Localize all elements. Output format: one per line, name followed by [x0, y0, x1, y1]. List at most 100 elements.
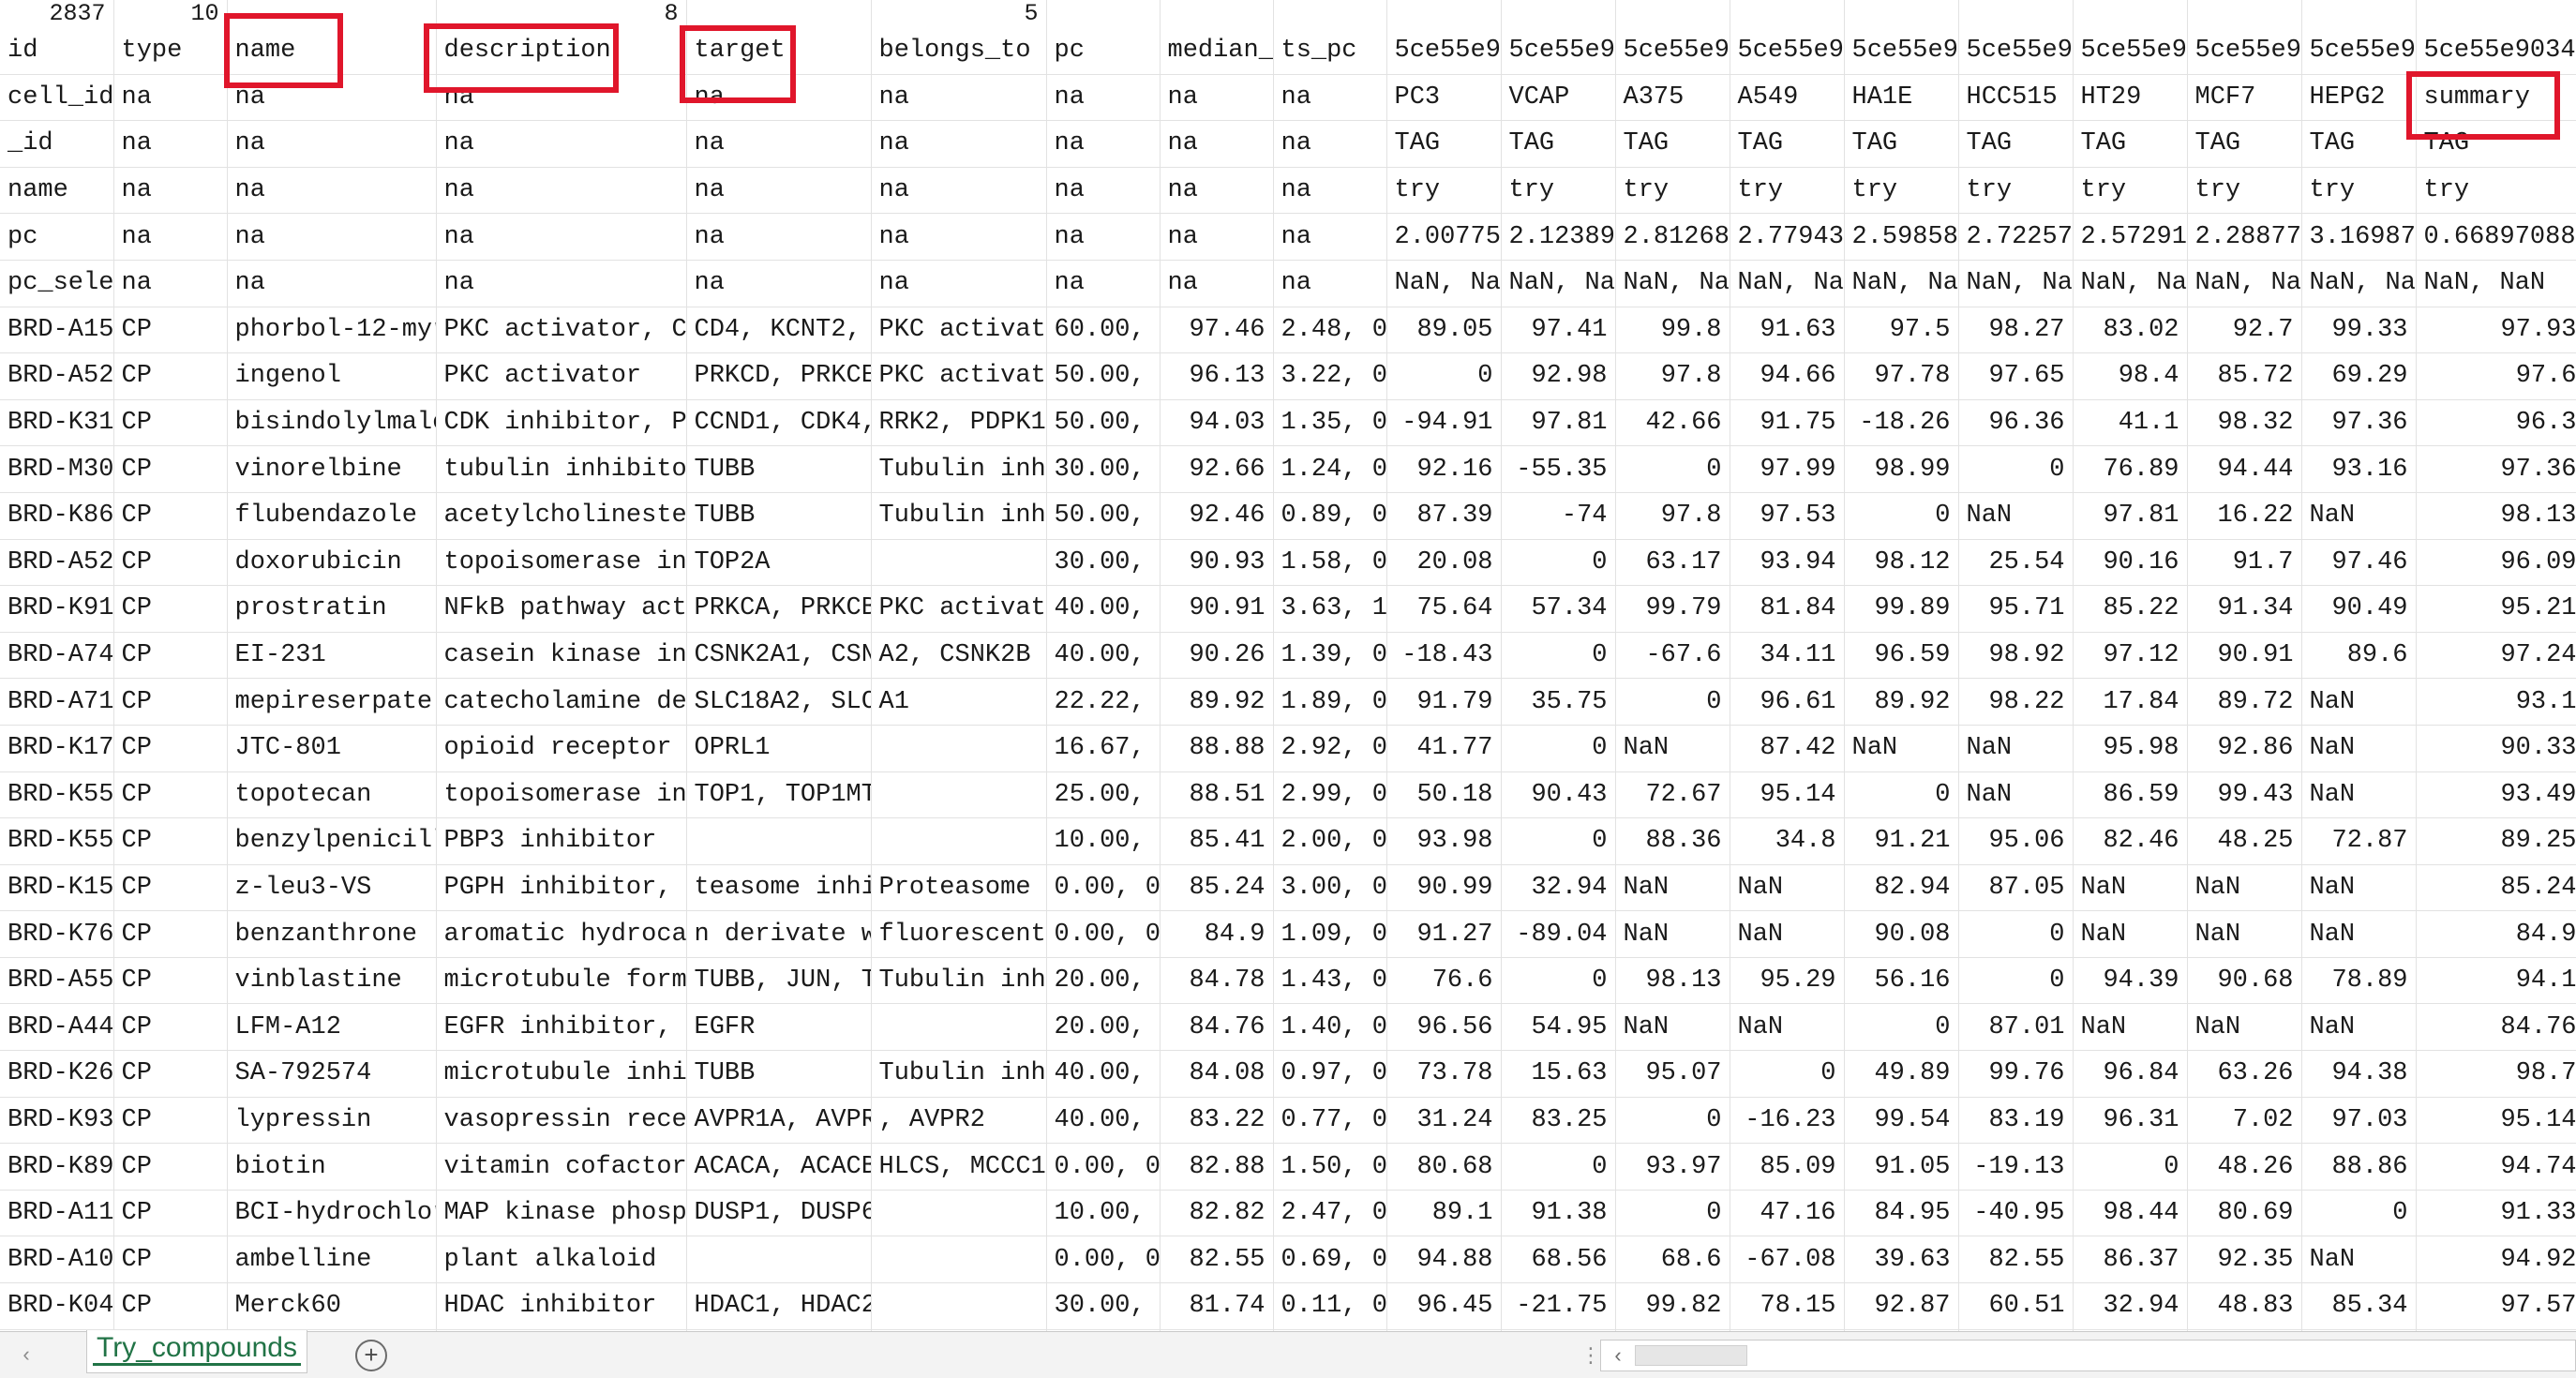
cell[interactable]: 50.18	[1386, 771, 1502, 819]
cell[interactable]: 75.64	[1386, 585, 1502, 633]
cell[interactable]: 2.8126800	[1615, 213, 1730, 261]
cell[interactable]: PKC activator	[871, 352, 1047, 400]
horizontal-scrollbar[interactable]: ‹	[1600, 1340, 2576, 1371]
cell[interactable]: 86.37	[2073, 1236, 2188, 1284]
cell[interactable]: NaN	[1844, 725, 1959, 772]
cell[interactable]: 97.24	[2416, 632, 2576, 680]
cell[interactable]: na	[436, 167, 687, 215]
cell[interactable]: 0	[1615, 445, 1730, 493]
cell[interactable]: 5ce55e903	[2301, 28, 2417, 75]
cell[interactable]: -94.91	[1386, 399, 1502, 447]
cell[interactable]: CP	[113, 1003, 228, 1052]
cell[interactable]: 92.86	[2187, 725, 2302, 772]
cell[interactable]: PGPH inhibitor, pro	[436, 864, 687, 912]
cell[interactable]: NaN	[2301, 1236, 2417, 1284]
cell[interactable]: mepireserpate	[227, 678, 437, 726]
cell[interactable]	[871, 1190, 1047, 1237]
cell[interactable]: pc	[0, 213, 114, 261]
cell[interactable]: 99.76	[1958, 1050, 2074, 1098]
cell[interactable]: 1.09, 0.3	[1273, 910, 1387, 958]
cell[interactable]: 94.39	[2073, 957, 2188, 1005]
cell[interactable]: Tubulin inhib	[871, 492, 1047, 540]
cell[interactable]: aromatic hydrocarbo	[436, 910, 687, 958]
cell[interactable]: 2.99, 0.6	[1273, 771, 1387, 819]
cell[interactable]: 88.86	[2301, 1143, 2417, 1191]
cell[interactable]: 5ce55e903	[1958, 28, 2074, 75]
cell[interactable]: -55.35	[1501, 445, 1616, 493]
cell[interactable]: 41.77	[1386, 725, 1502, 772]
cell[interactable]: PC3	[1386, 74, 1502, 122]
cell[interactable]: try	[1615, 167, 1730, 215]
cell[interactable]: 3.22, 0.8	[1273, 352, 1387, 400]
cell[interactable]: 85.24	[1160, 864, 1274, 912]
cell[interactable]: ambelline	[227, 1236, 437, 1284]
cell[interactable]: 68.6	[1615, 1236, 1730, 1284]
cell[interactable]: 92.98	[1501, 352, 1616, 400]
cell[interactable]	[2187, 0, 2302, 28]
cell[interactable]: biotin	[227, 1143, 437, 1191]
cell[interactable]: NaN	[2073, 864, 2188, 912]
cell[interactable]: HLCS, MCCC1, M	[871, 1143, 1047, 1191]
cell[interactable]	[1386, 0, 1502, 28]
cell[interactable]: 93.16	[2301, 445, 2417, 493]
cell[interactable]: 96.61	[1730, 678, 1845, 726]
cell[interactable]	[871, 1003, 1047, 1052]
cell[interactable]: 97.81	[1501, 399, 1616, 447]
cell[interactable]: 91.21	[1844, 817, 1959, 865]
cell[interactable]: topoisomerase inhib	[436, 771, 687, 819]
cell[interactable]: TAG	[1958, 120, 2074, 168]
cell[interactable]: na	[1046, 213, 1161, 261]
cell[interactable]: na	[227, 213, 437, 261]
cell[interactable]: 56.16	[1844, 957, 1959, 1005]
cell[interactable]: 93.97	[1615, 1143, 1730, 1191]
cell[interactable]: NFkB pathway activa	[436, 585, 687, 633]
cell[interactable]: 0	[1844, 1003, 1959, 1052]
cell[interactable]: na	[1273, 167, 1387, 215]
cell[interactable]	[871, 725, 1047, 772]
cell[interactable]: 80.69	[2187, 1190, 2302, 1237]
cell[interactable]: tubulin inhibitor,	[436, 445, 687, 493]
cell[interactable]: -18.43	[1386, 632, 1502, 680]
cell[interactable]: RRK2, PDPK1, F	[871, 399, 1047, 447]
cell[interactable]: try	[1386, 167, 1502, 215]
cell[interactable]: 5ce55e903	[1844, 28, 1959, 75]
cell[interactable]: 3.63, 1.0	[1273, 585, 1387, 633]
cell[interactable]: 95.71	[1958, 585, 2074, 633]
cell[interactable]: 90.93	[1160, 539, 1274, 587]
cell[interactable]: JTC-801	[227, 725, 437, 772]
cell[interactable]: NaN	[1615, 1003, 1730, 1052]
cell[interactable]: 96.45	[1386, 1282, 1502, 1330]
cell[interactable]: vinblastine	[227, 957, 437, 1005]
cell[interactable]: 96.84	[2073, 1050, 2188, 1098]
cell[interactable]: target	[686, 28, 872, 75]
cell[interactable]: BCI-hydrochlorid	[227, 1190, 437, 1237]
cell[interactable]: 99.8	[1615, 307, 1730, 354]
cell[interactable]	[2416, 0, 2576, 28]
cell[interactable]: TAG	[2301, 120, 2417, 168]
cell[interactable]: 98.7	[2416, 1050, 2576, 1098]
cell[interactable]: summary	[2416, 74, 2576, 122]
cell[interactable]: na	[1046, 74, 1161, 122]
cell[interactable]: A549	[1730, 74, 1845, 122]
cell[interactable]: 82.55	[1958, 1236, 2074, 1284]
cell[interactable]: 91.63	[1730, 307, 1845, 354]
cell[interactable]: NaN, NaN	[1386, 260, 1502, 307]
cell[interactable]: 2.5985867	[1844, 213, 1959, 261]
cell[interactable]: na	[1273, 260, 1387, 307]
cell[interactable]: BRD-K0446	[0, 1282, 114, 1330]
cell[interactable]: 87.42	[1730, 725, 1845, 772]
cell[interactable]: EGFR	[686, 1003, 872, 1052]
cell[interactable]: 95.06	[1958, 817, 2074, 865]
cell[interactable]: NaN	[2187, 864, 2302, 912]
cell[interactable]: 40.00, 2	[1046, 585, 1161, 633]
cell[interactable]: 0	[1615, 1190, 1730, 1237]
cell[interactable]: vasopressin recepto	[436, 1097, 687, 1145]
cell[interactable]: 90.16	[2073, 539, 2188, 587]
cell[interactable]: 97.36	[2301, 399, 2417, 447]
cell[interactable]	[1046, 0, 1161, 28]
cell[interactable]: 85.09	[1730, 1143, 1845, 1191]
cell[interactable]: 72.67	[1615, 771, 1730, 819]
cell[interactable]: 15.63	[1501, 1050, 1616, 1098]
cell[interactable]	[1273, 0, 1387, 28]
cell[interactable]: 54.95	[1501, 1003, 1616, 1052]
